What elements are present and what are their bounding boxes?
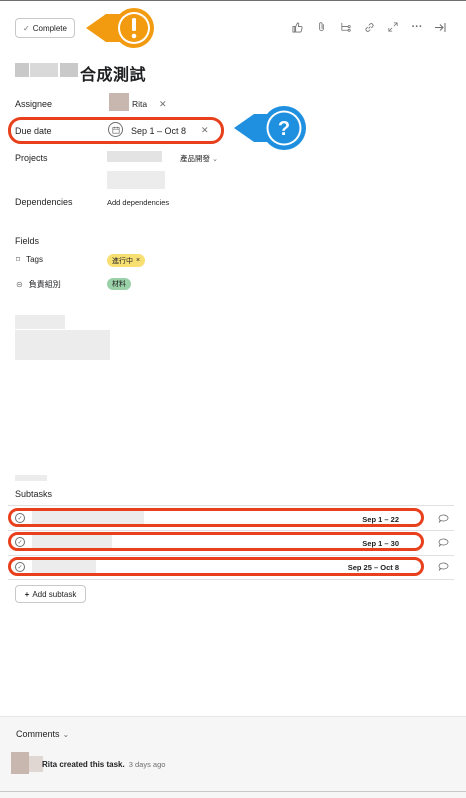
title-redacted xyxy=(60,63,78,77)
add-project-redacted xyxy=(107,171,165,189)
svg-text:?: ? xyxy=(278,118,290,140)
assignee-name[interactable]: Rita xyxy=(132,99,147,109)
divider xyxy=(8,579,454,580)
avatar xyxy=(11,752,29,774)
thumbs-up-icon[interactable] xyxy=(289,19,305,35)
paperclip-icon[interactable] xyxy=(313,19,329,35)
comments-panel xyxy=(0,716,466,798)
add-dependencies-link[interactable]: Add dependencies xyxy=(107,198,169,207)
subtask-highlight xyxy=(8,532,424,551)
avatar xyxy=(109,93,129,111)
tags-label: Tags xyxy=(26,255,44,264)
mark-complete-button[interactable]: ✓ Complete xyxy=(15,18,75,38)
add-subtask-label: Add subtask xyxy=(32,589,77,599)
project-section-label: 產品開發 xyxy=(180,154,210,163)
warning-callout-icon xyxy=(86,8,154,48)
subtask-highlight xyxy=(8,557,424,576)
assignee-label: Assignee xyxy=(15,99,53,109)
fields-label: Fields xyxy=(15,236,40,246)
group-label: 負責組別 xyxy=(28,280,61,289)
tag-pill[interactable]: 進行中 × xyxy=(107,254,146,267)
dropdown-field-icon: ⊝ xyxy=(16,280,23,289)
chevron-down-icon: ⌄ xyxy=(212,156,218,163)
comments-label: Comments xyxy=(16,729,60,739)
more-icon[interactable]: ··· xyxy=(409,19,425,35)
due-date-highlight xyxy=(8,117,224,144)
tag-value: 進行中 xyxy=(112,257,133,265)
add-subtask-button[interactable]: + Add subtask xyxy=(15,585,86,603)
subtasks-heading: Subtasks xyxy=(15,489,53,499)
dependencies-label: Dependencies xyxy=(15,197,73,207)
expand-icon[interactable] xyxy=(385,19,401,35)
project-name-redacted xyxy=(107,151,162,162)
activity-entry: Rita created this task. 3 days ago xyxy=(42,760,165,769)
remove-tag-icon[interactable]: × xyxy=(136,257,140,264)
tag-icon: ⌑ xyxy=(16,255,21,264)
subtask-highlight xyxy=(8,508,424,527)
complete-label: Complete xyxy=(32,23,67,33)
top-border xyxy=(0,0,466,1)
plus-icon: + xyxy=(24,589,30,599)
project-section-dropdown[interactable]: 產品開發 ⌄ xyxy=(180,153,218,164)
group-field-label: ⊝ 負責組別 xyxy=(16,279,61,290)
remove-assignee-icon[interactable]: ✕ xyxy=(159,99,167,110)
activity-time: 3 days ago xyxy=(128,760,166,769)
comment-icon[interactable] xyxy=(438,514,449,523)
comment-icon[interactable] xyxy=(438,538,449,547)
divider xyxy=(8,555,454,556)
comments-toggle[interactable]: Comments ⌄ xyxy=(16,729,69,739)
check-icon: ✓ xyxy=(23,23,30,33)
description-redacted xyxy=(15,475,47,481)
chevron-down-icon: ⌄ xyxy=(62,729,70,739)
help-callout-icon: ? xyxy=(234,106,306,150)
activity-actor[interactable]: Rita xyxy=(42,760,57,769)
projects-label: Projects xyxy=(15,153,48,163)
subtask-icon[interactable] xyxy=(337,19,353,35)
comment-icon[interactable] xyxy=(438,562,449,571)
link-icon[interactable] xyxy=(361,19,377,35)
close-pane-icon[interactable] xyxy=(432,19,448,35)
divider xyxy=(0,791,466,792)
task-title[interactable]: 合成測試 xyxy=(80,61,146,85)
tags-field-label: ⌑ Tags xyxy=(16,255,43,264)
group-pill[interactable]: 材料 xyxy=(107,278,131,290)
title-redacted xyxy=(15,63,29,77)
title-redacted xyxy=(30,63,58,77)
activity-text: created this task. xyxy=(57,760,125,769)
divider xyxy=(8,505,454,506)
divider xyxy=(8,530,454,531)
group-value: 材料 xyxy=(112,281,126,288)
description-redacted xyxy=(15,315,65,329)
description-redacted xyxy=(15,330,110,360)
avatar xyxy=(29,756,43,772)
